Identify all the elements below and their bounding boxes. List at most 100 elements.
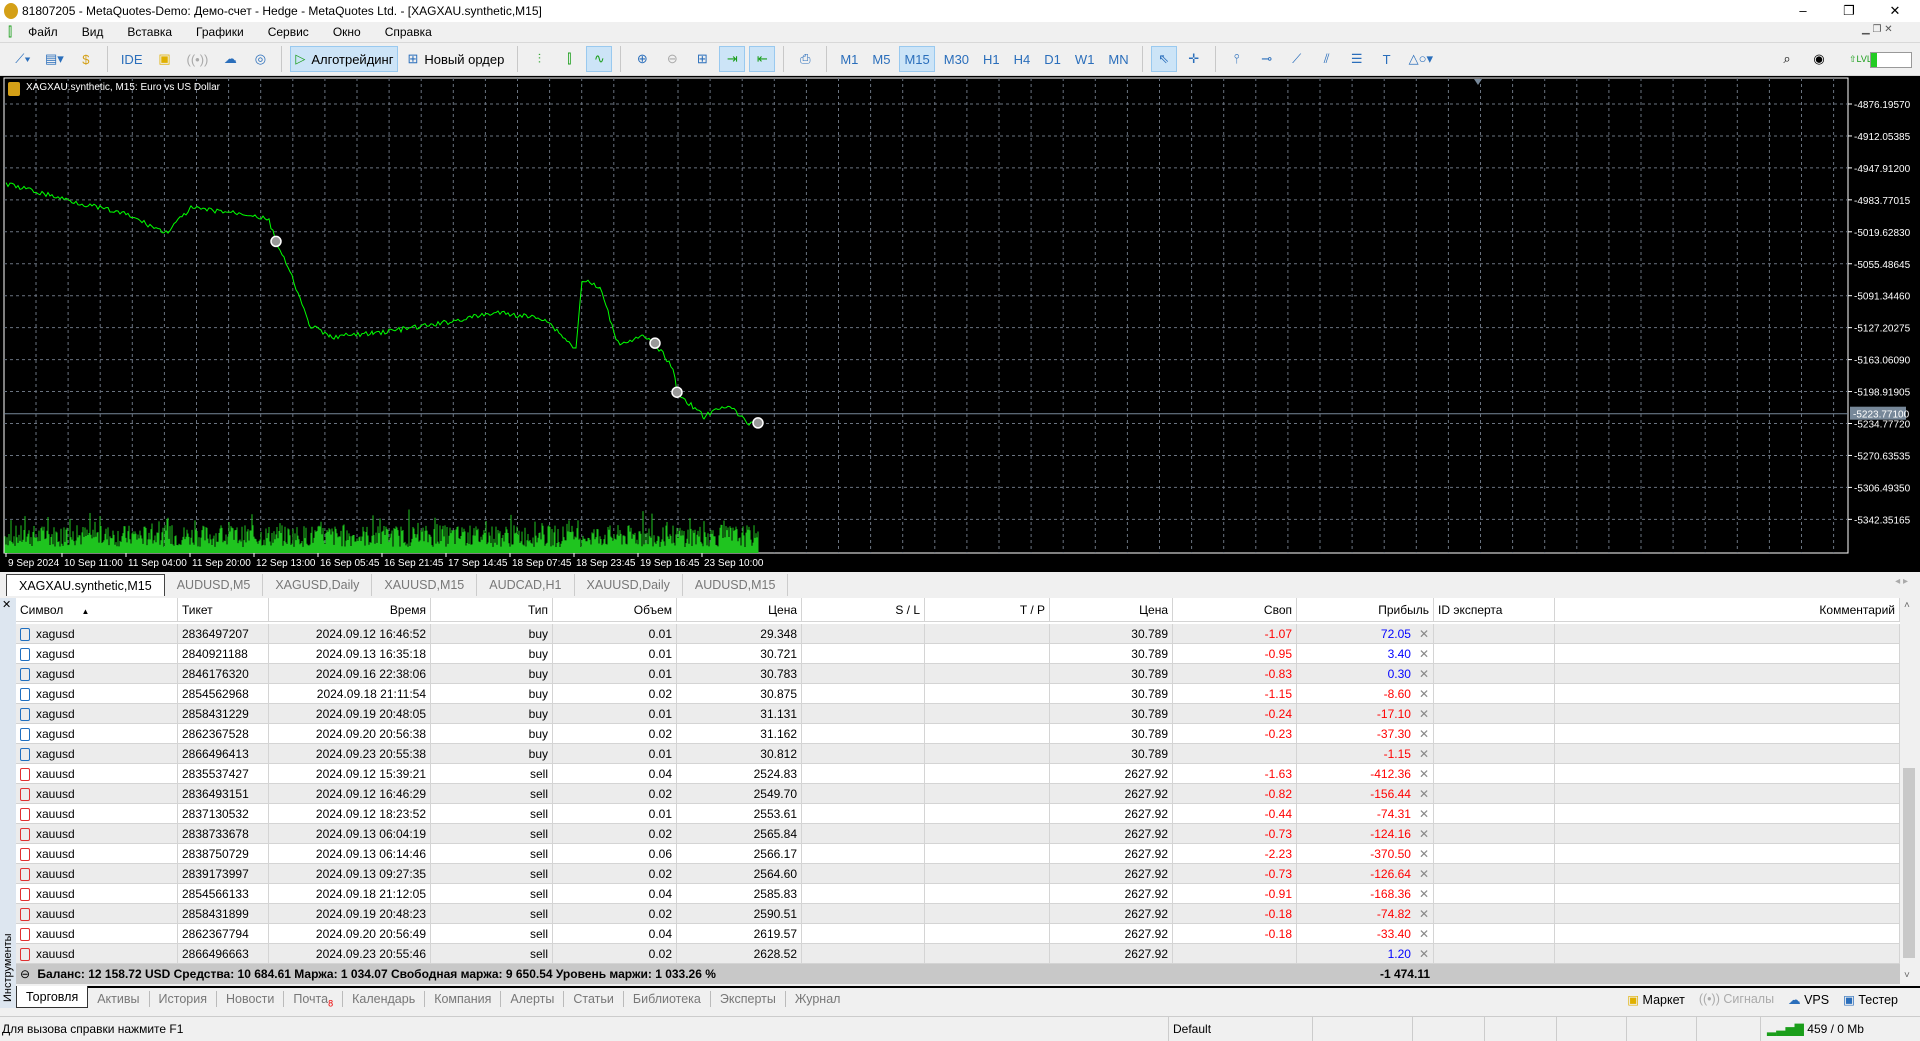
table-row[interactable]: xagusd 2846176320 2024.09.16 22:38:06 buy 0.…: [16, 664, 1900, 684]
account-icon[interactable]: ◉: [1806, 46, 1832, 72]
close-position-icon[interactable]: ✕: [1419, 807, 1429, 821]
menu-insert[interactable]: Вставка: [127, 25, 172, 39]
line-chart-icon[interactable]: ∿: [586, 46, 613, 72]
timeframe-m30[interactable]: M30: [939, 46, 974, 72]
fibonacci-icon[interactable]: ☰: [1344, 46, 1370, 72]
column-header-time[interactable]: Время: [269, 598, 431, 622]
tab-journal[interactable]: Журнал: [786, 991, 850, 1007]
column-header-type[interactable]: Тип: [431, 598, 553, 622]
chart-tab[interactable]: XAUUSD,M15: [372, 574, 478, 596]
signals-button[interactable]: ((•)) Сигналы: [1699, 992, 1774, 1007]
channel-icon[interactable]: ⫽: [1314, 46, 1340, 72]
table-row[interactable]: xauusd 2836493151 2024.09.12 16:46:29 sell 0…: [16, 784, 1900, 804]
tab-mailbox[interactable]: Почта8: [284, 991, 344, 1009]
dollar-icon[interactable]: $: [73, 46, 99, 72]
toolbox-close-icon[interactable]: ✕: [2, 598, 11, 611]
bars-icon[interactable]: ⫶: [526, 46, 552, 72]
tab-scroll-arrows[interactable]: ◂ ▸: [1895, 576, 1908, 587]
table-row[interactable]: xauusd 2862367794 2024.09.20 20:56:49 sell 0…: [16, 924, 1900, 944]
column-header-symbol[interactable]: Символ ▲: [16, 598, 178, 622]
screenshot-icon[interactable]: ⎙: [792, 46, 818, 72]
cursor-icon[interactable]: ⇖: [1150, 46, 1177, 72]
tab-assets[interactable]: Активы: [88, 991, 150, 1007]
price-chart[interactable]: -4876.19570 -4912.05385 -4947.91200 -4983.7…: [0, 76, 1920, 572]
close-position-icon[interactable]: ✕: [1419, 647, 1429, 661]
chart-tab[interactable]: XAUUSD,Daily: [575, 574, 683, 596]
tab-experts[interactable]: Эксперты: [711, 991, 786, 1007]
chart-tab[interactable]: AUDUSD,M5: [165, 574, 264, 596]
menu-window[interactable]: Окно: [333, 25, 361, 39]
signals-icon[interactable]: ((•)): [181, 46, 213, 72]
table-row[interactable]: xauusd 2838733678 2024.09.13 06:04:19 sell 0…: [16, 824, 1900, 844]
close-position-icon[interactable]: ✕: [1419, 787, 1429, 801]
column-header-swap[interactable]: Своп: [1173, 598, 1297, 622]
grid-icon[interactable]: ⊞: [689, 46, 715, 72]
shapes-icon[interactable]: △○▾: [1404, 46, 1438, 72]
horizontal-line-icon[interactable]: ⊸: [1254, 46, 1280, 72]
templates-icon[interactable]: ▤▾: [40, 46, 69, 72]
table-row[interactable]: xagusd 2854562968 2024.09.18 21:11:54 buy 0.…: [16, 684, 1900, 704]
menu-view[interactable]: Вид: [82, 25, 104, 39]
menu-tools[interactable]: Сервис: [268, 25, 309, 39]
table-row[interactable]: xauusd 2839173997 2024.09.13 09:27:35 sell 0…: [16, 864, 1900, 884]
chart-type-icon[interactable]: ⟋▾: [10, 46, 36, 72]
table-scrollbar[interactable]: ˄ ˅: [1900, 598, 1918, 984]
timeframe-w1[interactable]: W1: [1070, 46, 1100, 72]
autoscroll-icon[interactable]: ⇥: [719, 46, 746, 72]
ide-button[interactable]: IDE: [116, 46, 148, 72]
maximize-button[interactable]: ❐: [1826, 0, 1872, 22]
menu-charts[interactable]: Графики: [196, 25, 244, 39]
timeframe-m5[interactable]: M5: [867, 46, 895, 72]
column-header-comment[interactable]: Комментарий: [1555, 598, 1900, 622]
close-position-icon[interactable]: ✕: [1419, 887, 1429, 901]
close-position-icon[interactable]: ✕: [1419, 847, 1429, 861]
zoom-out-icon[interactable]: ⊖: [659, 46, 685, 72]
table-row[interactable]: xagusd 2858431229 2024.09.19 20:48:05 buy 0.…: [16, 704, 1900, 724]
timeframe-m15[interactable]: M15: [899, 46, 935, 72]
trade-marker-icon[interactable]: [752, 417, 764, 429]
chart-tab[interactable]: XAGXAU.synthetic,M15: [6, 574, 165, 596]
close-position-icon[interactable]: ✕: [1419, 907, 1429, 921]
tab-calendar[interactable]: Календарь: [343, 991, 426, 1007]
trade-marker-icon[interactable]: [649, 337, 661, 349]
table-row[interactable]: xauusd 2854566133 2024.09.18 21:12:05 sell 0…: [16, 884, 1900, 904]
menu-file[interactable]: Файл: [28, 25, 58, 39]
tester-button[interactable]: ▣ Тестер: [1843, 992, 1898, 1007]
collapse-icon[interactable]: ⊖: [20, 967, 30, 981]
column-header-volume[interactable]: Объем: [553, 598, 677, 622]
table-row[interactable]: xauusd 2858431899 2024.09.19 20:48:23 sell 0…: [16, 904, 1900, 924]
column-header-sl[interactable]: S / L: [802, 598, 925, 622]
timeframe-mn[interactable]: MN: [1103, 46, 1133, 72]
table-row[interactable]: xagusd 2862367528 2024.09.20 20:56:38 buy 0.…: [16, 724, 1900, 744]
column-header-current-price[interactable]: Цена: [1050, 598, 1173, 622]
close-position-icon[interactable]: ✕: [1419, 767, 1429, 781]
tab-library[interactable]: Библиотека: [624, 991, 711, 1007]
column-header-expert-id[interactable]: ID эксперта: [1434, 598, 1555, 622]
close-position-icon[interactable]: ✕: [1419, 707, 1429, 721]
tab-history[interactable]: История: [150, 991, 217, 1007]
close-position-icon[interactable]: ✕: [1419, 927, 1429, 941]
close-position-icon[interactable]: ✕: [1419, 747, 1429, 761]
minimize-button[interactable]: –: [1780, 0, 1826, 22]
chart-tab[interactable]: AUDCAD,H1: [477, 574, 575, 596]
child-window-controls[interactable]: ▁ ❐ ✕: [1862, 24, 1893, 35]
tab-articles[interactable]: Статьи: [564, 991, 624, 1007]
search-icon[interactable]: ⌕: [1774, 46, 1800, 72]
candles-icon[interactable]: ⫿: [556, 46, 582, 72]
zoom-in-icon[interactable]: ⊕: [629, 46, 655, 72]
tab-news[interactable]: Новости: [217, 991, 285, 1007]
timeframe-h1[interactable]: H1: [978, 46, 1005, 72]
table-row[interactable]: xauusd 2866496663 2024.09.23 20:55:46 sell 0…: [16, 944, 1900, 964]
text-icon[interactable]: T: [1374, 46, 1400, 72]
column-header-open-price[interactable]: Цена: [677, 598, 802, 622]
chart-shift-icon[interactable]: ⇤: [749, 46, 776, 72]
new-order-button[interactable]: ⊞ Новый ордер: [402, 46, 509, 72]
column-header-tp[interactable]: T / P: [925, 598, 1050, 622]
close-position-icon[interactable]: ✕: [1419, 727, 1429, 741]
chart-tab[interactable]: AUDUSD,M15: [683, 574, 789, 596]
tab-alerts[interactable]: Алерты: [501, 991, 565, 1007]
column-header-ticket[interactable]: Тикет: [178, 598, 269, 622]
trade-marker-icon[interactable]: [270, 235, 282, 248]
tab-company[interactable]: Компания: [425, 991, 502, 1007]
algotrading-button[interactable]: ▷ Алготрейдинг: [290, 46, 399, 72]
